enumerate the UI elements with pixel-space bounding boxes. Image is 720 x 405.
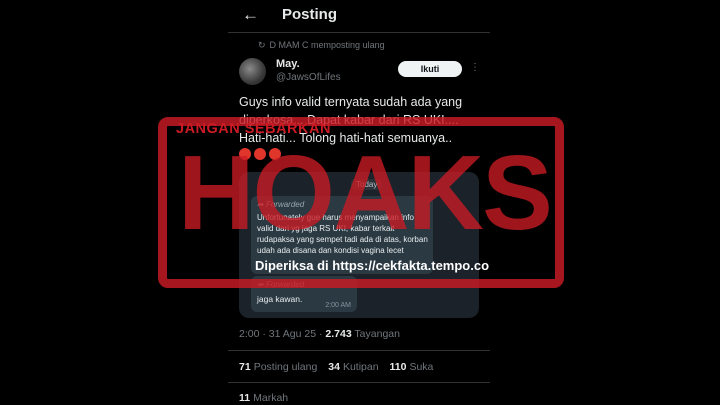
divider (228, 382, 490, 383)
bookmarks-stat[interactable]: 11 Markah (239, 392, 288, 404)
views-label: Tayangan (354, 328, 400, 340)
author-handle[interactable]: @JawsOfLifes (276, 72, 341, 83)
repost-text: D MAM C memposting ulang (269, 40, 385, 50)
repost-icon: ↻ (258, 40, 266, 50)
more-vertical-icon[interactable]: ⋮ (470, 62, 480, 73)
post-meta: 2:00 · 31 Agu 25 · 2.743 Tayangan (239, 328, 400, 340)
divider (228, 32, 490, 33)
likes-stat[interactable]: 110 Suka (389, 361, 433, 373)
likes-count: 110 (389, 361, 407, 373)
views-count: 2.743 (325, 328, 352, 340)
page-title: Posting (282, 6, 337, 23)
likes-label: Suka (409, 361, 434, 373)
follow-button[interactable]: Ikuti (398, 61, 462, 77)
post-timestamp: 2:00 · 31 Agu 25 · (239, 328, 323, 340)
bookmarks-label: Markah (253, 392, 289, 404)
avatar[interactable] (239, 58, 266, 85)
reposts-stat[interactable]: 71 Posting ulang (239, 361, 317, 373)
reposts-label: Posting ulang (253, 361, 318, 373)
stamp-word: HOAKS (178, 134, 553, 252)
bookmarks-count: 11 (239, 392, 251, 404)
repost-context: ↻ D MAM C memposting ulang (258, 40, 385, 51)
reposts-count: 71 (239, 361, 251, 373)
quotes-stat[interactable]: 34 Kutipan (328, 361, 378, 373)
post-stats: 71 Posting ulang 34 Kutipan 110 Suka (239, 361, 441, 373)
divider (228, 350, 490, 351)
chat-message: jaga kawan. (257, 294, 303, 304)
author-name[interactable]: May. (276, 58, 300, 70)
top-bar: ← Posting (228, 0, 490, 32)
arrow-left-icon[interactable]: ← (242, 5, 259, 25)
chat-time: 2:00 AM (325, 302, 351, 309)
stamp-footer: Diperiksa di https://cekfakta.tempo.co (254, 258, 490, 273)
quotes-count: 34 (328, 361, 340, 373)
quotes-label: Kutipan (342, 361, 379, 373)
